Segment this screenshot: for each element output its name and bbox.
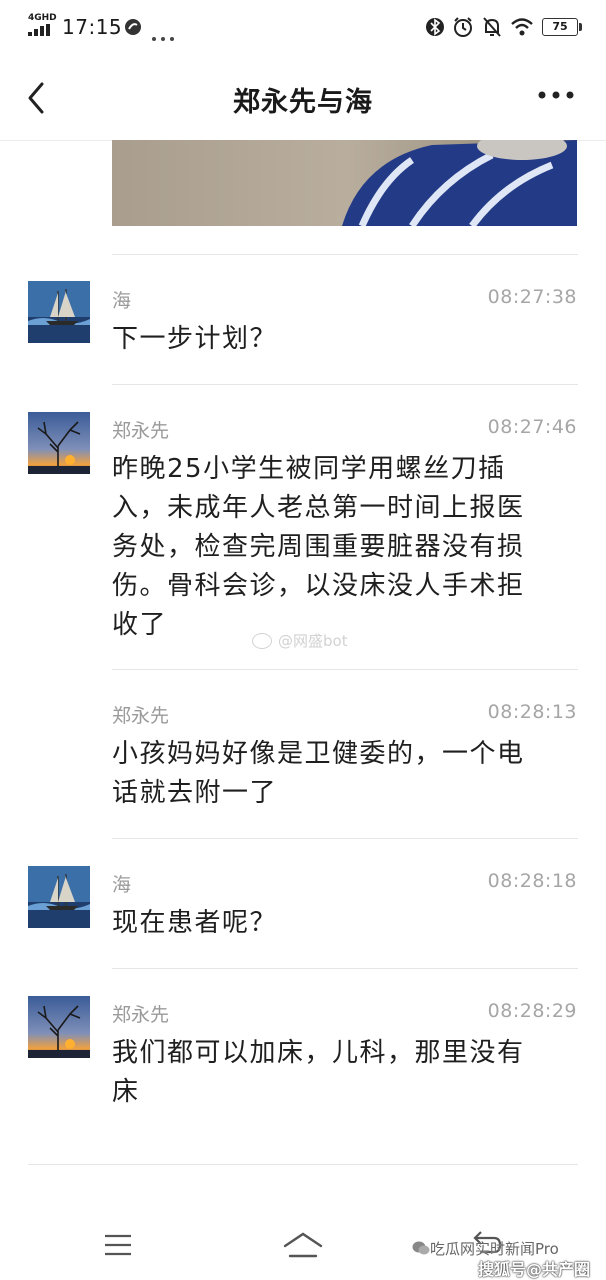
ship-avatar[interactable] — [28, 866, 90, 928]
sender-name: 郑永先 — [112, 705, 170, 727]
message-line: 昨晚25小学生被同学用螺丝刀插 — [112, 454, 506, 484]
chat-header: 郑永先与海 — [0, 56, 606, 141]
alarm-icon — [454, 17, 472, 37]
tree-sunset-avatar[interactable] — [28, 996, 90, 1058]
more-options-icon[interactable] — [538, 88, 574, 102]
message-text: 我们都可以加床，儿科，那里没有 床 — [112, 1034, 572, 1112]
message-divider — [112, 669, 578, 670]
message-line: 我们都可以加床，儿科，那里没有 — [112, 1038, 525, 1068]
watermark-text: @网盛bot — [278, 632, 348, 650]
sender-name: 海 — [112, 290, 132, 312]
message-divider — [112, 968, 578, 969]
sohu-account-credit: 搜狐号@共产圈 — [478, 1260, 591, 1279]
status-bar: 4GHD 17:15 75 — [0, 0, 606, 56]
sender-name: 郑永先 — [112, 420, 170, 442]
message-line: 入，未成年人老总第一时间上报医 — [112, 493, 525, 523]
network-type: 4GHD — [28, 13, 57, 23]
message-divider — [112, 838, 578, 839]
bluetooth-icon — [426, 18, 444, 36]
chat-message: 海 08:27:38 下一步计划？ — [0, 280, 606, 380]
wifi-icon — [511, 18, 533, 36]
message-text: 昨晚25小学生被同学用螺丝刀插 入，未成年人老总第一时间上报医 务处，检查完周围… — [112, 450, 572, 645]
message-time: 08:28:13 — [487, 701, 577, 723]
message-time: 08:28:29 — [487, 1000, 577, 1022]
tree-sunset-avatar[interactable] — [28, 412, 90, 474]
menu-icon[interactable] — [104, 1234, 132, 1256]
app-notification-icon — [125, 19, 141, 35]
message-line: 话就去附一了 — [112, 778, 278, 808]
weibo-watermark: @网盛bot — [252, 630, 348, 651]
message-line: 小孩妈妈好像是卫健委的，一个电 — [112, 739, 525, 769]
shared-photo[interactable] — [112, 140, 577, 226]
message-text: 小孩妈妈好像是卫健委的，一个电 话就去附一了 — [112, 735, 572, 813]
chat-title: 郑永先与海 — [233, 87, 373, 118]
message-divider — [112, 384, 578, 385]
wechat-icon — [412, 1241, 430, 1255]
message-divider — [112, 254, 578, 255]
status-time: 17:15 — [62, 15, 123, 39]
chat-message: 郑永先 08:27:46 昨晚25小学生被同学用螺丝刀插 入，未成年人老总第一时… — [0, 412, 606, 662]
chat-message: 海 08:28:18 现在患者呢？ — [0, 866, 606, 966]
message-line: 床 — [112, 1077, 140, 1107]
message-time: 08:27:46 — [487, 416, 577, 438]
chat-message: 郑永先 08:28:29 我们都可以加床，儿科，那里没有 床 — [0, 996, 606, 1126]
message-text: 现在患者呢？ — [112, 908, 278, 938]
message-line: 伤。骨科会诊，以没床没人手术拒 — [112, 571, 525, 601]
chat-message: 郑永先 08:28:13 小孩妈妈好像是卫健委的，一个电 话就去附一了 — [0, 698, 606, 828]
sender-name: 海 — [112, 874, 132, 896]
message-divider — [28, 1164, 578, 1165]
message-line: 务处，检查完周围重要脏器没有损 — [112, 532, 525, 562]
weibo-logo-icon — [252, 632, 272, 649]
battery-indicator: 75 — [542, 18, 582, 36]
sender-name: 郑永先 — [112, 1004, 170, 1026]
home-icon[interactable] — [282, 1230, 324, 1260]
message-text: 下一步计划？ — [112, 324, 278, 354]
message-time: 08:28:18 — [487, 870, 577, 892]
message-time: 08:27:38 — [487, 286, 577, 308]
mute-bell-icon — [483, 17, 501, 37]
more-notifications-icon — [152, 26, 174, 41]
ship-avatar[interactable] — [28, 281, 90, 343]
signal-icon — [28, 24, 52, 36]
